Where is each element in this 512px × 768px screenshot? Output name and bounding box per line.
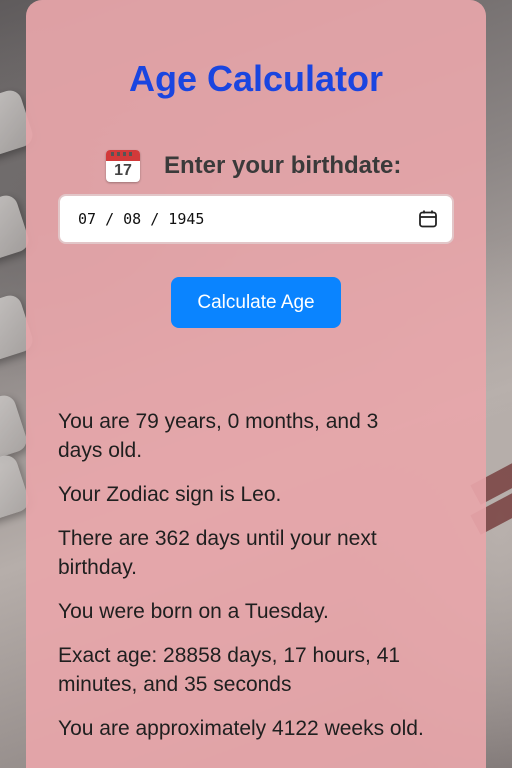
result-zodiac: Your Zodiac sign is Leo. xyxy=(58,483,282,506)
calendar-icon: 17 xyxy=(106,150,140,182)
result-birth-weekday: You were born on a Tuesday. xyxy=(58,600,329,623)
birthdate-value[interactable]: 07 / 08 / 1945 xyxy=(78,210,418,228)
result-next-birthday: There are 362 days until your next birth… xyxy=(58,527,377,579)
calendar-picker-icon[interactable] xyxy=(418,209,438,229)
results-section: You are 79 years, 0 months, and 3 days o… xyxy=(58,407,428,758)
result-weeks: You are approximately 4122 weeks old. xyxy=(58,717,424,740)
result-age: You are 79 years, 0 months, and 3 days o… xyxy=(58,410,379,462)
birthdate-label-row: 17 Enter your birthdate: xyxy=(106,150,401,182)
result-exact-age: Exact age: 28858 days, 17 hours, 41 minu… xyxy=(58,644,401,696)
calendar-icon-day: 17 xyxy=(114,162,132,179)
age-calculator-card: Age Calculator 17 Enter your birthdate: … xyxy=(26,0,486,768)
birthdate-label: Enter your birthdate: xyxy=(164,152,402,179)
birthdate-input[interactable]: 07 / 08 / 1945 xyxy=(58,194,454,244)
calculate-age-button[interactable]: Calculate Age xyxy=(171,277,341,328)
page-title: Age Calculator xyxy=(128,58,384,99)
